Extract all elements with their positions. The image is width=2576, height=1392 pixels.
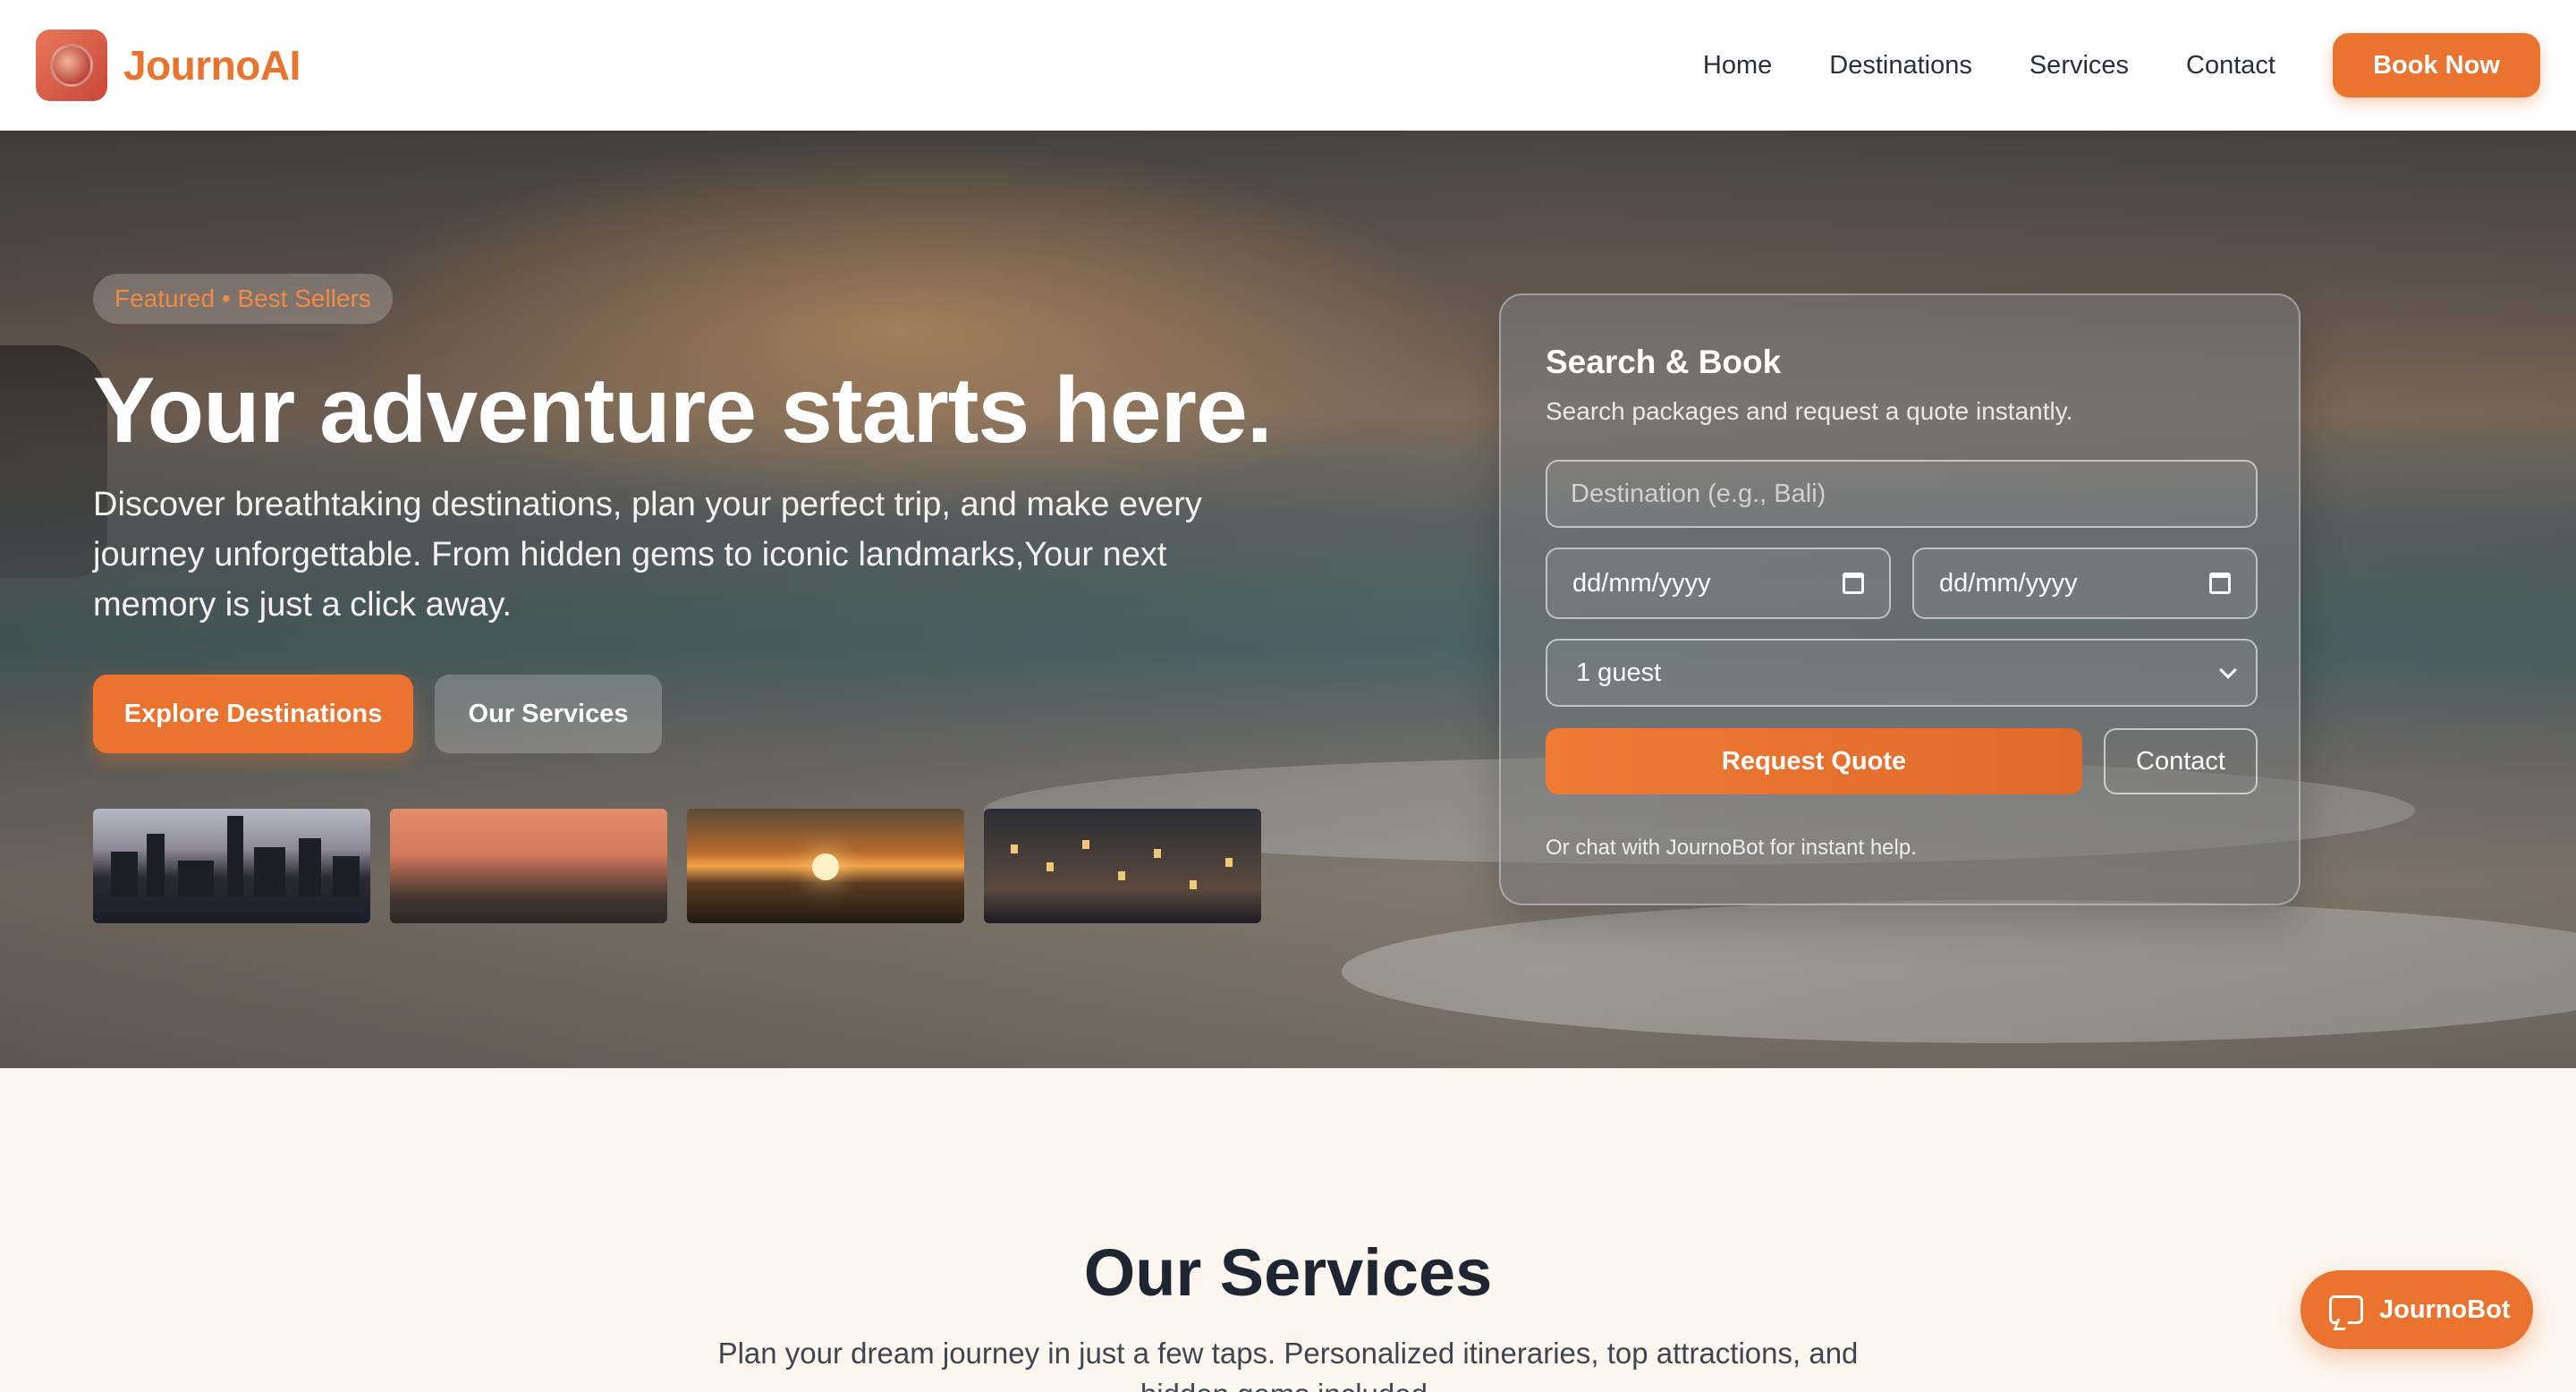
journobot-chat-button[interactable]: JournoBot	[2301, 1270, 2533, 1349]
nav-destinations[interactable]: Destinations	[1829, 51, 1972, 81]
site-header: JournoAI Home Destinations Services Cont…	[0, 0, 2576, 131]
hero-title: Your adventure starts here.	[93, 359, 1273, 463]
chat-bubble-icon	[2329, 1295, 2363, 1324]
start-date-value: dd/mm/yyyy	[1572, 568, 1711, 598]
search-card-subtitle: Search packages and request a quote inst…	[1546, 397, 2073, 425]
book-now-button[interactable]: Book Now	[2333, 33, 2540, 98]
explore-destinations-button[interactable]: Explore Destinations	[93, 675, 413, 753]
chat-label: JournoBot	[2379, 1294, 2511, 1324]
globe-logo-icon	[50, 44, 93, 87]
destination-input[interactable]: Destination (e.g., Bali)	[1546, 460, 2258, 528]
guests-value: 1 guest	[1576, 658, 1662, 687]
our-services-button[interactable]: Our Services	[435, 675, 662, 753]
featured-badge: Featured • Best Sellers	[93, 274, 393, 324]
services-description: Plan your dream journey in just a few ta…	[717, 1337, 1859, 1392]
search-book-card: Search & Book Search packages and reques…	[1499, 293, 2301, 905]
chat-hint: Or chat with JournoBot for instant help.	[1546, 836, 1917, 860]
main-nav: Home Destinations Services Contact Book …	[1703, 33, 2540, 98]
contact-button[interactable]: Contact	[2104, 728, 2258, 794]
logo[interactable]	[36, 30, 107, 101]
nav-services[interactable]: Services	[2029, 51, 2129, 81]
hero-description: Discover breathtaking destinations, plan…	[93, 486, 1202, 624]
city-skyline-image[interactable]	[93, 809, 370, 923]
nav-home[interactable]: Home	[1703, 51, 1772, 81]
start-date-input[interactable]: dd/mm/yyyy	[1546, 547, 1891, 619]
hero-section: Featured • Best Sellers Your adventure s…	[0, 131, 2576, 1068]
guests-select[interactable]: 1 guest	[1546, 639, 2258, 707]
chevron-down-icon	[2219, 661, 2237, 679]
temple-sunset-image[interactable]	[390, 809, 667, 923]
ocean-sunset-image[interactable]	[687, 809, 964, 923]
search-card-title: Search & Book	[1546, 344, 1782, 380]
brand-name[interactable]: JournoAI	[123, 41, 301, 89]
end-date-input[interactable]: dd/mm/yyyy	[1912, 547, 2258, 619]
calendar-icon[interactable]	[1843, 573, 1864, 594]
calendar-icon[interactable]	[2209, 573, 2231, 594]
end-date-value: dd/mm/yyyy	[1939, 568, 2078, 598]
request-quote-button[interactable]: Request Quote	[1546, 728, 2082, 794]
services-title: Our Services	[1083, 1235, 1493, 1310]
canal-houses-image[interactable]	[984, 809, 1261, 923]
nav-contact[interactable]: Contact	[2186, 51, 2275, 81]
